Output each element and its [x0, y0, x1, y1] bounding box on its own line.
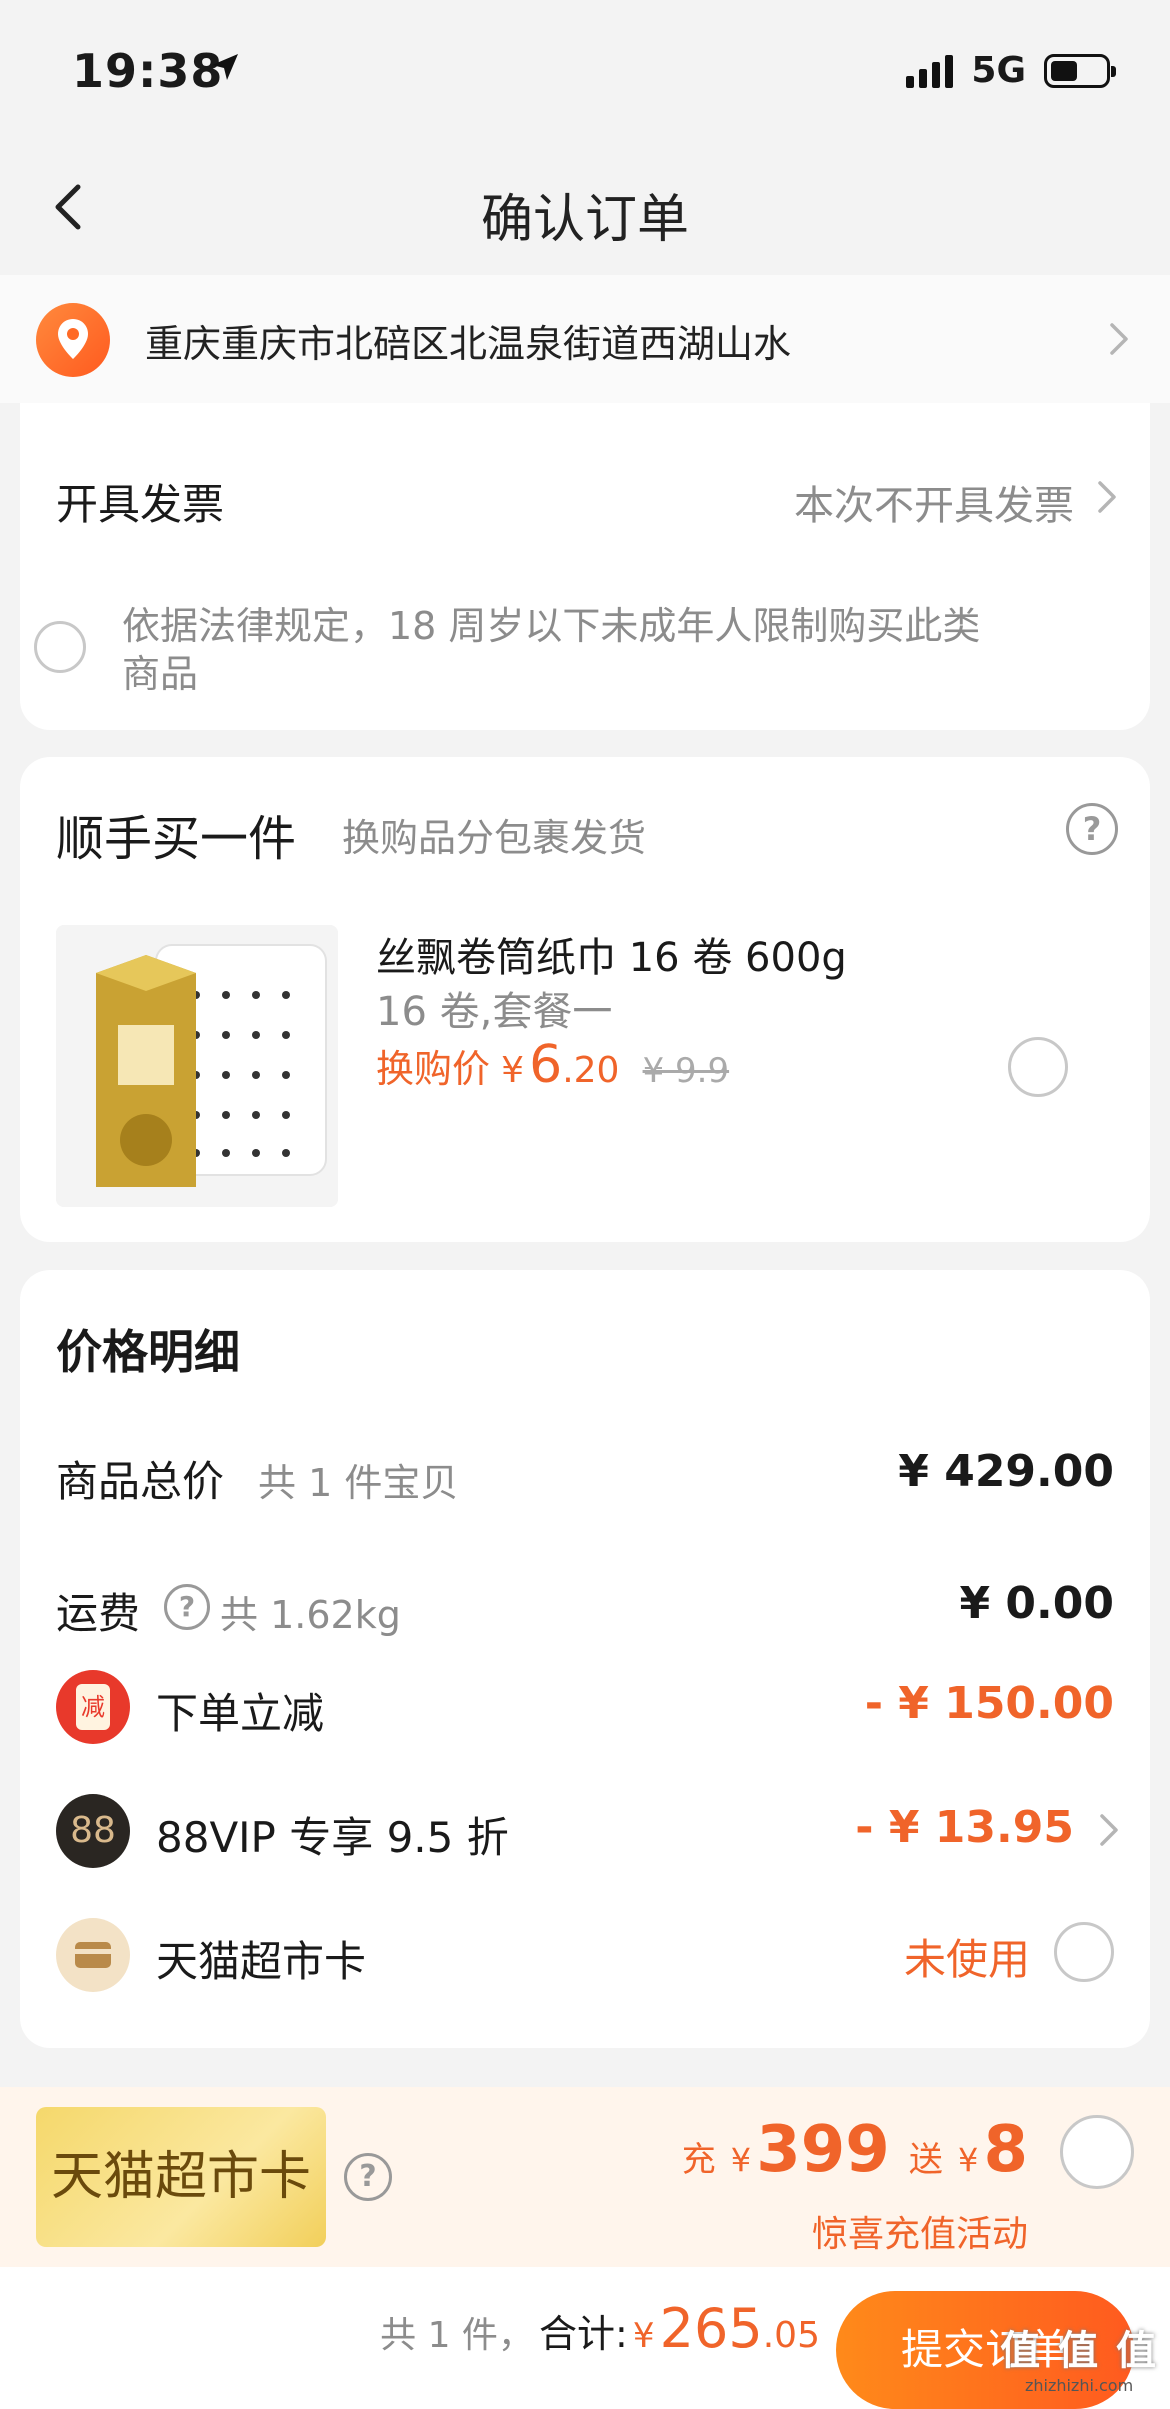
location-arrow-icon [212, 54, 238, 80]
addon-product-spec: 16 卷,套餐一 [376, 989, 613, 1035]
chevron-right-icon [1110, 323, 1128, 355]
addon-original-price: ¥ 9.9 [642, 1051, 730, 1091]
shipping-weight: 共 1.62kg [220, 1593, 401, 1637]
charge-amount: 399 [756, 2113, 890, 2187]
bottom-bar: 共 1 件， 合计: ¥ 265.05 提交订单 [0, 2267, 1170, 2409]
vip-label: 88VIP 专享 9.5 折 [156, 1813, 509, 1862]
watermark: 值 值 值 zhizhizhi.com [1000, 2318, 1158, 2395]
gift-prefix: 送 [908, 2140, 943, 2180]
page-title: 确认订单 [480, 190, 689, 250]
age-notice-line1: 依据法律规定，18 周岁以下未成年人限制购买此类 [122, 604, 981, 648]
signal-icon [906, 54, 954, 88]
tmall-card-badge: 天猫超市卡 [36, 2107, 326, 2247]
addon-card: 顺手买一件 换购品分包裹发货 ? 丝飘卷筒纸巾 16 卷 600g 16 卷,套… [20, 757, 1150, 1242]
help-icon[interactable]: ? [344, 2153, 392, 2201]
invoice-label: 开具发票 [56, 480, 225, 529]
recharge-activity: 惊喜充值活动 [811, 2214, 1028, 2255]
chevron-right-icon[interactable] [1090, 1810, 1130, 1850]
address-text: 重庆重庆市北碚区北温泉街道西湖山水 [145, 322, 792, 366]
age-agree-radio[interactable] [34, 621, 86, 673]
gift-amount: 8 [983, 2113, 1028, 2187]
chevron-right-icon[interactable] [1088, 477, 1128, 517]
address-bar[interactable]: 重庆重庆市北碚区北温泉街道西湖山水 [0, 275, 1170, 403]
addon-price-dec: .20 [562, 1050, 620, 1091]
price-detail-card: 价格明细 商品总价 共 1 件宝贝 ¥ 429.00 运费 ? 共 1.62kg… [20, 1270, 1150, 2048]
help-icon[interactable]: ? [1066, 803, 1118, 855]
network-type: 5G [971, 50, 1026, 91]
discount-icon: 减 [56, 1670, 130, 1744]
battery-icon [1044, 53, 1116, 88]
recharge-radio[interactable] [1060, 2115, 1134, 2189]
goods-total-label: 商品总价 [56, 1457, 225, 1506]
age-notice-line2: 商品 [122, 652, 199, 696]
vip-88-icon: 88 [56, 1794, 130, 1868]
total-int: 265 [659, 2297, 763, 2360]
tmall-card-value: 未使用 [903, 1935, 1030, 1984]
tissue-pack-icon [56, 925, 338, 1207]
addon-price: 换购价 ¥ 6.20 ¥ 9.9 [376, 1035, 729, 1095]
order-total: 共 1 件， 合计: ¥ 265.05 [380, 2297, 820, 2360]
recharge-offer[interactable]: 充 ¥ 399 送 ¥ 8 [682, 2113, 1028, 2187]
location-pin-icon [36, 303, 110, 377]
invoice-value[interactable]: 本次不开具发票 [794, 473, 1074, 531]
discount-icon-text: 减 [76, 1684, 110, 1730]
card-icon [56, 1918, 130, 1992]
instant-discount-label: 下单立减 [156, 1689, 325, 1738]
nav-bar: 确认订单 [0, 145, 1170, 275]
tmall-card-radio[interactable] [1054, 1922, 1114, 1982]
help-icon[interactable]: ? [164, 1584, 210, 1630]
gift-currency: ¥ [958, 2141, 979, 2179]
status-right: 5G [906, 50, 1116, 91]
addon-price-label: 换购价 [376, 1047, 491, 1091]
addon-title: 顺手买一件 [56, 811, 297, 867]
status-time: 19:38 [72, 44, 224, 98]
total-currency: ¥ [632, 2316, 655, 2356]
total-label: 合计: [539, 2312, 628, 2356]
total-count: 共 1 件， [380, 2315, 534, 2356]
charge-currency: ¥ [730, 2141, 752, 2179]
addon-price-int: 6 [529, 1035, 563, 1095]
addon-subtitle: 换购品分包裹发货 [342, 816, 647, 860]
addon-select-radio[interactable] [1008, 1037, 1068, 1097]
shipping-label: 运费 [56, 1589, 141, 1638]
recharge-banner: 天猫超市卡 ? 充 ¥ 399 送 ¥ 8 惊喜充值活动 [0, 2087, 1170, 2267]
shipping-value: ¥ 0.00 [959, 1578, 1115, 1629]
watermark-url: zhizhizhi.com [1024, 2376, 1134, 2395]
status-bar: 19:38 5G [0, 0, 1170, 145]
instant-discount-value: - ¥ 150.00 [864, 1678, 1114, 1729]
total-dec: .05 [762, 2315, 820, 2356]
charge-prefix: 充 [681, 2140, 716, 2180]
addon-product-name[interactable]: 丝飘卷筒纸巾 16 卷 600g [376, 925, 847, 983]
invoice-card: 开具发票 本次不开具发票 依据法律规定，18 周岁以下未成年人限制购买此类 商品 [20, 403, 1150, 730]
tmall-card-label: 天猫超市卡 [156, 1937, 367, 1986]
goods-count: 共 1 件宝贝 [258, 1461, 459, 1505]
battery-fill [1051, 60, 1077, 81]
addon-price-currency: ¥ [501, 1050, 525, 1091]
product-image[interactable] [56, 925, 338, 1207]
goods-total-value: ¥ 429.00 [898, 1446, 1114, 1497]
vip-value[interactable]: - ¥ 13.95 [855, 1802, 1074, 1853]
price-detail-title: 价格明细 [56, 1325, 240, 1379]
watermark-text: 值 值 值 [1000, 2328, 1158, 2374]
